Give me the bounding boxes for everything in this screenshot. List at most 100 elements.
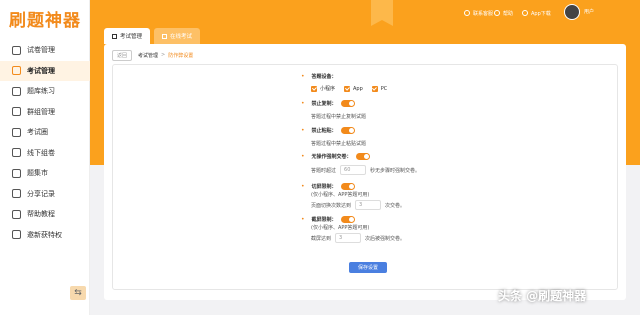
devices-row: • 答题设备： [301,73,337,80]
screenshot-prefix: 截屏达到 [311,235,332,242]
monitor-icon [162,33,168,39]
idle-submit-row: • 无操作强制交卷： [301,153,370,160]
file-icon [12,148,21,158]
sidebar-item-label: 题库练习 [27,87,55,96]
tab-online-exam[interactable]: 在线考试 [154,28,201,44]
user-name[interactable]: 用户 [584,8,594,15]
no-copy-toggle[interactable] [340,100,355,107]
sidebar-item-exam-circle[interactable]: 考试圈 [0,122,90,143]
question-icon [494,10,500,16]
device-option-app[interactable]: App [344,85,363,92]
contact-support-link[interactable]: 联系客服 [464,8,493,18]
switch-limit-label: 切屏限制： [311,184,337,190]
sidebar-item-label: 考试圈 [27,128,48,137]
screenshot-count-input[interactable]: 3 [335,233,362,243]
sidebar: 刷题神器 试卷管理 考试管理 题库练习 群组管理 考试圈 线下组卷 题集市 分享… [0,0,90,315]
device-option-miniprogram[interactable]: 小程序 [311,85,335,92]
idle-submit-toggle[interactable] [355,153,370,160]
idle-prefix: 答题时超过 [311,167,337,174]
tab-bar: 考试管理 在线考试 [104,28,204,44]
share-icon [12,189,21,199]
store-icon [12,168,21,178]
app-download-link[interactable]: App下载 [522,8,551,18]
bookmark-decoration [371,0,393,26]
idle-submit-label: 无操作强制交卷： [311,154,352,160]
help-link[interactable]: 帮助 [494,8,513,18]
pencil-icon [12,66,21,76]
breadcrumb: 返回 考试管理 > 防作弊设置 [112,49,196,61]
tab-exam-management[interactable]: 考试管理 [104,28,151,44]
tab-label: 在线考试 [170,34,193,40]
switch-limit-toggle[interactable] [340,183,355,190]
breadcrumb-current: 防作弊设置 [168,52,194,59]
collapse-sidebar-button[interactable]: ⇆ [70,286,86,300]
sidebar-menu: 试卷管理 考试管理 题库练习 群组管理 考试圈 线下组卷 题集市 分享记录 帮助… [0,40,90,245]
breadcrumb-separator: > [161,52,166,58]
screenshot-limit-setting: 截屏达到 3 次后被强制交卷。 [311,233,405,243]
back-button[interactable]: 返回 [112,49,133,61]
help-icon [12,209,21,219]
sidebar-item-help[interactable]: 帮助教程 [0,204,90,225]
no-copy-desc: 答题过程中禁止复制试题 [311,114,367,120]
screenshot-limit-label: 截屏限制： [311,217,337,223]
sidebar-item-groups[interactable]: 群组管理 [0,102,90,123]
main-content: 返回 考试管理 > 防作弊设置 • 答题设备： 小程序 App PC • 禁止复… [104,44,626,300]
sidebar-item-label: 试卷管理 [27,46,55,55]
required-mark: • [301,216,305,223]
logo-text: 刷题神器 [9,10,81,31]
sidebar-item-label: 邀新获特权 [27,230,62,239]
idle-suffix: 秒无步骤时强制交卷。 [370,167,421,174]
screenshot-limit-toggle[interactable] [340,216,355,223]
sidebar-item-label: 题集市 [27,169,48,178]
breadcrumb-item[interactable]: 考试管理 [138,52,158,59]
required-mark: • [301,100,305,107]
switch-count-input[interactable]: 3 [355,200,382,210]
tab-label: 考试管理 [120,34,143,40]
book-icon [12,86,21,96]
idle-submit-setting: 答题时超过 60 秒无步骤时强制交卷。 [311,165,420,175]
sidebar-item-label: 帮助教程 [27,210,55,219]
nav-label: 帮助 [503,10,514,17]
switch-limit-setting: 页面切换次数达到 3 次交卷。 [311,200,405,210]
option-label: PC [380,85,388,92]
screenshot-suffix: 次后被强制交卷。 [365,235,406,242]
sidebar-item-market[interactable]: 题集市 [0,163,90,184]
save-settings-button[interactable]: 保存设置 [349,262,387,273]
switch-suffix: 次交卷。 [385,202,406,209]
app-logo[interactable]: 刷题神器 [0,0,90,36]
sidebar-item-label: 考试管理 [27,66,55,75]
sidebar-item-question-bank[interactable]: 题库练习 [0,81,90,102]
avatar[interactable] [564,4,580,20]
switch-limit-note: (仅小程序、APP答题可用) [311,192,370,198]
sidebar-item-invite[interactable]: 邀新获特权 [0,225,90,246]
required-mark: • [301,127,305,134]
no-paste-label: 禁止粘贴： [311,128,337,134]
sidebar-item-label: 群组管理 [27,107,55,116]
no-paste-toggle[interactable] [340,127,355,134]
list-icon [112,33,117,39]
nav-label: 联系客服 [473,10,494,17]
no-paste-row: • 禁止粘贴： [301,127,355,134]
switch-prefix: 页面切换次数达到 [311,202,352,209]
no-copy-label: 禁止复制： [311,101,337,107]
headset-icon [464,10,470,16]
idle-seconds-input[interactable]: 60 [340,165,367,175]
checkbox-checked-icon [344,85,351,92]
device-option-pc[interactable]: PC [371,85,388,92]
watermark: 头条 @刷题神器 [498,289,587,303]
checkbox-checked-icon [371,85,378,92]
sidebar-item-label: 分享记录 [27,189,55,198]
sidebar-item-exam-management[interactable]: 考试管理 [0,60,90,81]
option-label: 小程序 [320,86,336,92]
sidebar-item-exam-paper[interactable]: 试卷管理 [0,40,90,61]
devices-label: 答题设备： [311,74,337,80]
required-mark: • [301,153,305,160]
sidebar-item-offline-paper[interactable]: 线下组卷 [0,143,90,164]
phone-icon [522,10,528,16]
gift-icon [12,230,21,240]
switch-limit-row: • 切屏限制： [301,183,355,190]
collapse-icon: ⇆ [74,288,82,298]
sidebar-item-share-records[interactable]: 分享记录 [0,184,90,205]
required-mark: • [301,73,305,80]
device-options: 小程序 App PC [311,85,396,92]
